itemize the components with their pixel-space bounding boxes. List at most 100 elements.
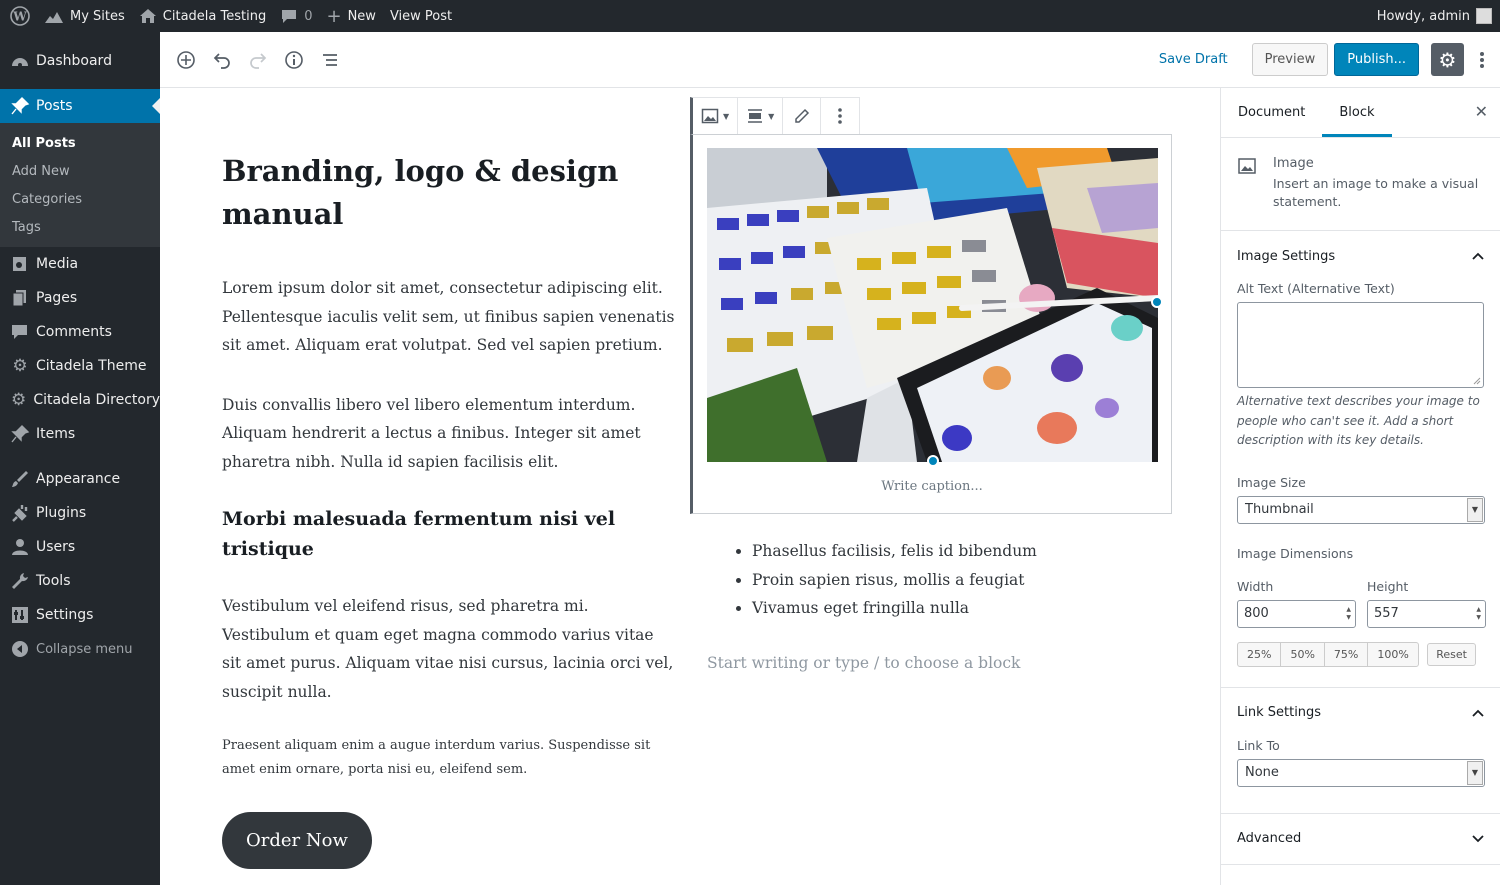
view-post-label: View Post <box>389 8 453 24</box>
post-title[interactable]: Branding, logo & design manual <box>222 150 677 236</box>
alt-text-input[interactable] <box>1237 302 1484 388</box>
paragraph-block-small[interactable]: Praesent aliquam enim a augue interdum v… <box>222 734 677 782</box>
wrench-icon <box>12 573 28 589</box>
collapse-icon <box>12 641 28 657</box>
menu-users[interactable]: Users <box>0 530 160 564</box>
paragraph-block[interactable]: Duis convallis libero vel libero element… <box>222 391 677 477</box>
site-name-label: Citadela Testing <box>162 8 267 24</box>
menu-appearance[interactable]: Appearance <box>0 462 160 496</box>
edit-image-button[interactable] <box>783 98 822 134</box>
list-item[interactable]: Proin sapien risus, mollis a feugiat <box>752 566 1037 595</box>
panel-title: Image Settings <box>1237 248 1336 264</box>
scale-100-button[interactable]: 100% <box>1368 643 1417 666</box>
menu-items[interactable]: Items <box>0 417 160 451</box>
tab-document[interactable]: Document <box>1221 88 1322 137</box>
menu-citadela-theme[interactable]: ⚙ Citadela Theme <box>0 349 160 383</box>
pin-icon <box>11 425 30 443</box>
more-menu-button[interactable] <box>1472 42 1492 78</box>
menu-label: Collapse menu <box>36 641 133 657</box>
account-menu[interactable]: Howdy, admin <box>1377 8 1500 24</box>
menu-tools[interactable]: Tools <box>0 564 160 598</box>
menu-comments[interactable]: Comments <box>0 315 160 349</box>
paragraph-block[interactable]: Vestibulum vel eleifend risus, sed phare… <box>222 592 677 706</box>
list-block[interactable]: Phasellus facilisis, felis id bibendum P… <box>730 537 1037 623</box>
height-input[interactable]: 557 ▲ ▼ <box>1367 599 1486 628</box>
settings-toggle-button[interactable]: ⚙ <box>1431 43 1464 76</box>
order-now-button[interactable]: Order Now <box>222 812 372 869</box>
alt-text-help: Alternative text describes your image to… <box>1237 394 1480 447</box>
image-size-value: Thumbnail <box>1245 502 1314 517</box>
scale-75-button[interactable]: 75% <box>1325 642 1369 666</box>
image-size-label: Image Size <box>1237 474 1306 490</box>
site-name-menu[interactable]: Citadela Testing <box>132 0 273 32</box>
info-button[interactable] <box>276 42 312 78</box>
link-to-select[interactable]: None ▼ <box>1237 758 1485 787</box>
resize-grip-icon <box>1473 377 1481 385</box>
new-content-menu[interactable]: + New <box>319 0 382 32</box>
close-settings-button[interactable]: ✕ <box>1475 102 1488 121</box>
list-item[interactable]: Vivamus eget fringilla nulla <box>752 594 1037 623</box>
caption-placeholder[interactable]: Write caption... <box>693 479 1171 494</box>
resize-handle-bottom[interactable] <box>927 455 939 467</box>
link-settings-toggle[interactable]: Link Settings <box>1237 688 1484 738</box>
chevron-down-icon: ▼ <box>1467 497 1483 522</box>
menu-plugins[interactable]: Plugins <box>0 496 160 530</box>
paragraph-block[interactable]: Lorem ipsum dolor sit amet, consectetur … <box>222 274 677 360</box>
image-size-select[interactable]: Thumbnail ▼ <box>1237 495 1485 524</box>
preview-button[interactable]: Preview <box>1251 43 1329 76</box>
advanced-toggle[interactable]: Advanced <box>1237 814 1484 864</box>
tab-block[interactable]: Block <box>1322 88 1392 137</box>
media-icon <box>13 257 26 271</box>
menu-dashboard[interactable]: Dashboard <box>0 44 160 78</box>
admin-bar: W My Sites Citadela Testing 0 + New View… <box>0 0 1500 32</box>
block-navigation-button[interactable] <box>312 42 348 78</box>
image-settings-toggle[interactable]: Image Settings <box>1237 231 1484 281</box>
redo-button[interactable] <box>240 42 276 78</box>
menu-settings[interactable]: Settings <box>0 598 160 632</box>
menu-collapse[interactable]: Collapse menu <box>0 632 160 666</box>
submenu-add-new[interactable]: Add New <box>0 157 160 185</box>
image-icon <box>701 108 719 124</box>
block-more-options[interactable] <box>821 98 859 134</box>
resize-handle-right[interactable] <box>1151 296 1163 308</box>
menu-pages[interactable]: Pages <box>0 281 160 315</box>
image-block[interactable]: Write caption... <box>690 134 1172 514</box>
submenu-categories[interactable]: Categories <box>0 185 160 213</box>
add-block-button[interactable] <box>168 42 204 78</box>
scale-50-button[interactable]: 50% <box>1281 642 1325 666</box>
block-type-switcher[interactable]: ▼ <box>693 98 739 134</box>
submenu-tags[interactable]: Tags <box>0 213 160 241</box>
height-value: 557 <box>1374 606 1399 621</box>
spinner-icon[interactable]: ▲ ▼ <box>1346 606 1351 622</box>
default-block-appender[interactable]: Start writing or type / to choose a bloc… <box>707 654 1020 672</box>
spinner-icon[interactable]: ▲ ▼ <box>1476 606 1481 622</box>
wordpress-logo[interactable]: W <box>0 0 37 32</box>
view-post-link[interactable]: View Post <box>383 0 459 32</box>
height-label: Height <box>1367 578 1409 594</box>
save-draft-button[interactable]: Save Draft <box>1159 52 1228 67</box>
advanced-panel: Advanced <box>1221 814 1500 865</box>
comments-menu[interactable]: 0 <box>273 0 319 32</box>
menu-label: Pages <box>36 290 78 306</box>
publish-button[interactable]: Publish... <box>1334 43 1419 76</box>
scale-25-button[interactable]: 25% <box>1238 642 1282 666</box>
menu-citadela-directory[interactable]: ⚙ Citadela Directory <box>0 383 160 417</box>
undo-button[interactable] <box>204 42 240 78</box>
scale-buttons: 25% 50% 75% 100% <box>1237 641 1419 667</box>
menu-media[interactable]: Media <box>0 247 160 281</box>
heading-block[interactable]: Morbi malesuada fermentum nisi vel trist… <box>222 504 677 564</box>
submenu-all-posts[interactable]: All Posts <box>0 129 160 157</box>
alignment-dropdown[interactable]: ▼ <box>738 98 784 134</box>
reset-dimensions-button[interactable]: Reset <box>1427 642 1476 666</box>
color-swatches-photo[interactable] <box>707 148 1158 462</box>
width-input[interactable]: 800 ▲ ▼ <box>1237 599 1356 628</box>
pin-icon <box>11 97 30 115</box>
comments-count: 0 <box>304 8 313 24</box>
list-item[interactable]: Phasellus facilisis, felis id bibendum <box>752 537 1037 566</box>
menu-posts[interactable]: Posts <box>0 89 160 123</box>
block-card-description: Insert an image to make a visual stateme… <box>1273 176 1479 209</box>
menu-label: Tools <box>36 573 71 589</box>
my-sites-menu[interactable]: My Sites <box>37 0 132 32</box>
comments-icon <box>12 325 27 339</box>
sidebar-tabs: Document Block ✕ <box>1221 88 1500 138</box>
